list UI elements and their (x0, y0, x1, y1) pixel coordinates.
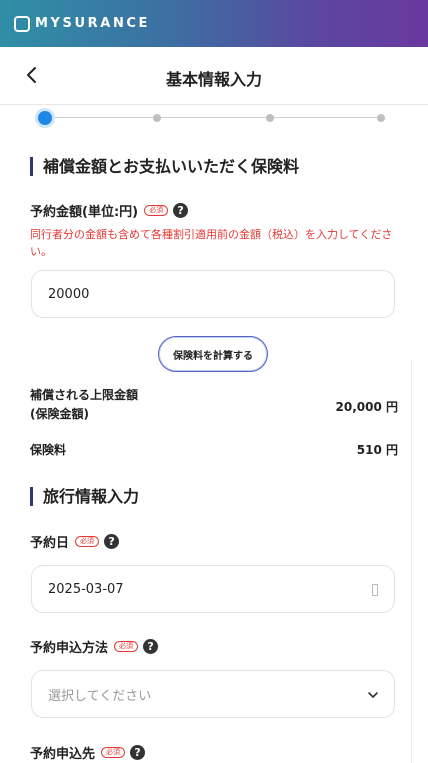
reservation-date-value: 2025-03-07 (48, 581, 124, 597)
premium-label: 保険料 (30, 443, 67, 457)
calculate-premium-button[interactable]: 保険料を計算する (158, 336, 268, 372)
scroll-rail (411, 360, 412, 763)
nav-bar: 基本情報入力 (0, 47, 428, 105)
booking-destination-label: 予約申込先 必須 ? (30, 743, 146, 762)
progress-stepper (36, 108, 390, 128)
step-2-dot (153, 114, 161, 122)
help-icon[interactable]: ? (173, 203, 189, 218)
booking-method-label-text: 予約申込方法 (30, 641, 109, 656)
page-title: 基本情報入力 (165, 70, 262, 89)
help-icon[interactable]: ? (130, 745, 146, 760)
required-badge: 必須 (144, 205, 169, 216)
coverage-limit-label-line2: (保険金額) (30, 407, 89, 421)
step-3-dot (266, 114, 274, 122)
help-icon[interactable]: ? (143, 639, 159, 654)
required-badge: 必須 (101, 747, 126, 758)
help-icon[interactable]: ? (104, 534, 120, 549)
reservation-date-input[interactable]: 2025-03-07 (31, 565, 395, 613)
amount-note: 同行者分の金額も含めて各種割引適用前の金額（税込）を入力してください。 (30, 228, 393, 258)
coverage-limit-label-line1: 補償される上限金額 (30, 388, 139, 402)
coverage-limit-value: 20,000 円 (335, 400, 399, 414)
reservation-date-label-text: 予約日 (30, 536, 70, 551)
premium-value: 510 円 (356, 443, 398, 457)
booking-method-select[interactable]: 選択してください (31, 670, 395, 718)
brand-bar: MYSURANCE (0, 0, 428, 47)
calendar-icon[interactable] (372, 584, 378, 596)
booking-destination-label-text: 予約申込先 (30, 747, 96, 762)
reservation-date-label: 予約日 必須 ? (30, 532, 120, 551)
required-badge: 必須 (114, 641, 139, 652)
reservation-amount-label: 予約金額(単位:円) 必須 ? (30, 201, 189, 220)
section-title-coverage: 補償金額とお支払いいただく保険料 (30, 157, 299, 176)
required-badge: 必須 (75, 536, 100, 547)
brand-name: MYSURANCE (35, 16, 151, 31)
reservation-amount-label-text: 予約金額(単位:円) (30, 205, 139, 220)
section-title-travel: 旅行情報入力 (30, 487, 139, 506)
step-1-dot (38, 111, 52, 125)
booking-method-placeholder: 選択してください (48, 688, 152, 704)
coverage-limit-label: 補償される上限金額 (保険金額) (30, 386, 138, 424)
reservation-amount-input[interactable]: 20000 (31, 270, 395, 318)
stepper-line (44, 117, 382, 118)
step-4-dot (377, 114, 385, 122)
chevron-down-icon (368, 692, 378, 698)
logo-icon (14, 15, 30, 32)
booking-method-label: 予約申込方法 必須 ? (30, 637, 159, 656)
